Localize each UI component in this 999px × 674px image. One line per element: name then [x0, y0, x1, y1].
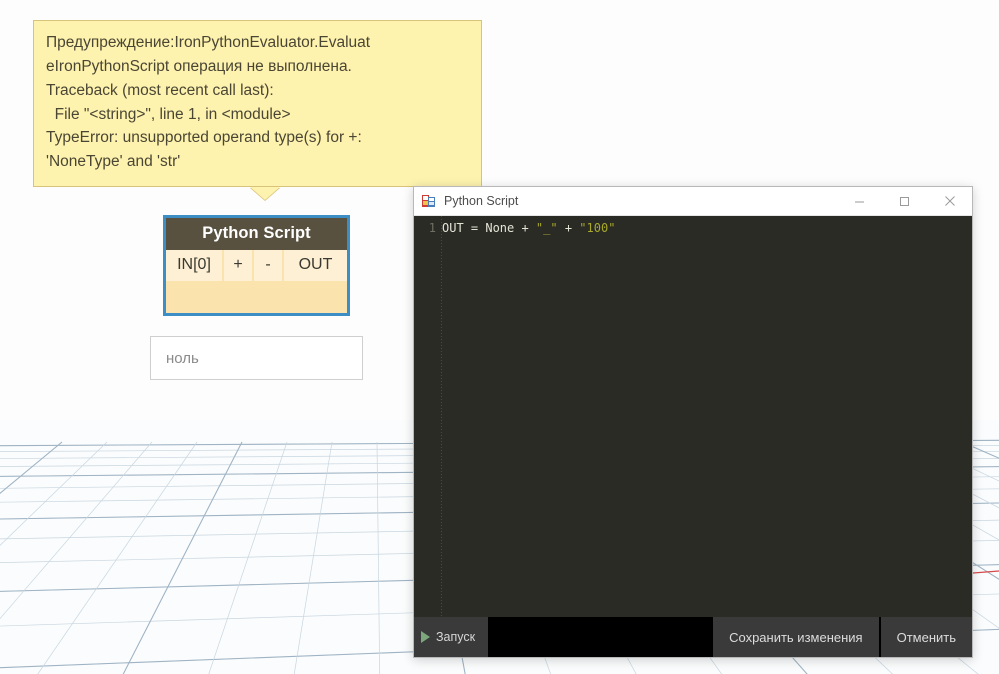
node-output-port[interactable]: OUT: [284, 250, 347, 281]
window-bottom-bar: Запуск Сохранить изменения Отменить: [414, 617, 972, 657]
bottom-bar-spacer: [488, 617, 714, 657]
window-title-bar[interactable]: Python Script: [414, 187, 972, 216]
add-port-button[interactable]: +: [224, 250, 254, 281]
code-line: 1 OUT = None + "_" + "100": [414, 216, 972, 237]
close-icon[interactable]: [927, 187, 972, 215]
node-body: [166, 281, 347, 313]
run-button-label: Запуск: [436, 630, 476, 644]
note-textbox-value: ноль: [166, 349, 199, 367]
window-controls: [837, 187, 972, 215]
warning-tooltip-text: Предупреждение:IronPythonEvaluator.Evalu…: [33, 20, 482, 188]
python-script-window: Python Script 1 OUT = None + "_" + "100"…: [413, 186, 973, 658]
note-textbox[interactable]: ноль: [150, 336, 363, 380]
code-editor[interactable]: 1 OUT = None + "_" + "100": [414, 216, 972, 617]
remove-port-button[interactable]: -: [254, 250, 284, 281]
python-script-node[interactable]: Python Script IN[0] + - OUT: [163, 215, 350, 316]
code-token: "_": [535, 221, 558, 235]
run-button[interactable]: Запуск: [414, 617, 488, 657]
code-token: "100": [579, 221, 616, 235]
dynamo-workspace: Предупреждение:IronPythonEvaluator.Evalu…: [0, 0, 999, 674]
play-icon: [421, 631, 430, 643]
code-token: OUT = None +: [442, 221, 536, 235]
node-input-port[interactable]: IN[0]: [166, 250, 224, 281]
maximize-icon[interactable]: [882, 187, 927, 215]
gutter-separator: [441, 216, 442, 617]
warning-tooltip: Предупреждение:IronPythonEvaluator.Evalu…: [33, 20, 482, 201]
save-changes-button[interactable]: Сохранить изменения: [713, 617, 879, 657]
warning-tooltip-tail: [250, 187, 280, 201]
cancel-button[interactable]: Отменить: [880, 617, 972, 657]
minimize-icon[interactable]: [837, 187, 882, 215]
line-number: 1: [428, 221, 436, 235]
python-script-icon: [422, 194, 436, 208]
window-title: Python Script: [444, 194, 519, 208]
code-token: +: [557, 221, 580, 235]
code-content[interactable]: OUT = None + "_" + "100": [442, 220, 615, 237]
node-title: Python Script: [166, 218, 347, 250]
node-ports: IN[0] + - OUT: [166, 250, 347, 281]
